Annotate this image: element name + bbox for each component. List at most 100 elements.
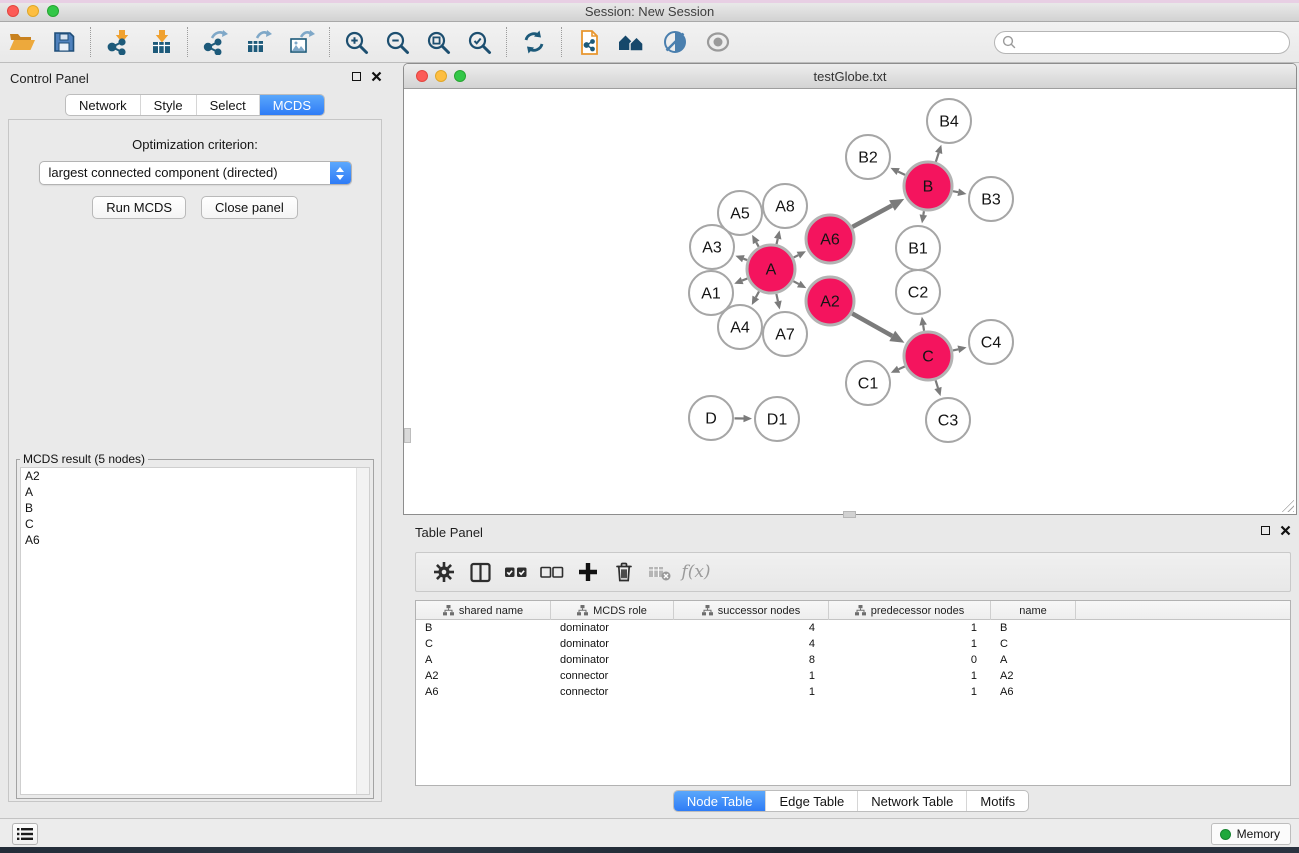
search-box[interactable] bbox=[994, 31, 1290, 54]
graph-edge-A6-B[interactable] bbox=[852, 206, 892, 227]
table-cell[interactable]: C bbox=[991, 636, 1076, 652]
table-row[interactable]: Cdominator41C bbox=[416, 636, 1290, 652]
clone-network-button[interactable] bbox=[568, 25, 610, 59]
horizontal-splitter-handle[interactable] bbox=[843, 511, 856, 518]
table-settings-button[interactable] bbox=[429, 556, 459, 588]
table-cell[interactable]: dominator bbox=[551, 652, 674, 668]
tab-network[interactable]: Network bbox=[66, 95, 140, 115]
graph-node-C1[interactable]: C1 bbox=[846, 361, 890, 405]
mcds-result-item[interactable]: C bbox=[21, 516, 369, 532]
graph-edge-A-A4[interactable] bbox=[756, 291, 759, 297]
graph-node-A3[interactable]: A3 bbox=[690, 225, 734, 269]
graph-node-A1[interactable]: A1 bbox=[689, 271, 733, 315]
column-header-name[interactable]: name bbox=[991, 601, 1076, 620]
deselect-all-button[interactable] bbox=[537, 556, 567, 588]
close-panel-button[interactable]: Close panel bbox=[201, 196, 298, 219]
delete-column-button[interactable] bbox=[609, 556, 639, 588]
mcds-result-item[interactable]: A bbox=[21, 484, 369, 500]
mcds-list-scrollbar[interactable] bbox=[356, 468, 369, 794]
table-cell[interactable]: 8 bbox=[674, 652, 829, 668]
search-input[interactable] bbox=[1017, 34, 1289, 52]
first-neighbors-button[interactable] bbox=[610, 25, 654, 59]
table-cell[interactable]: dominator bbox=[551, 636, 674, 652]
import-table-button[interactable] bbox=[139, 25, 181, 59]
hide-graphics-details-button[interactable] bbox=[654, 25, 696, 59]
mcds-result-item[interactable]: B bbox=[21, 500, 369, 516]
table-cell[interactable]: 0 bbox=[829, 652, 991, 668]
task-history-button[interactable] bbox=[12, 823, 38, 845]
graph-node-C3[interactable]: C3 bbox=[926, 398, 970, 442]
zoom-out-button[interactable] bbox=[377, 25, 418, 59]
graph-node-D1[interactable]: D1 bbox=[755, 397, 799, 441]
show-graphics-details-button[interactable] bbox=[696, 25, 740, 59]
column-header-mcds-role[interactable]: MCDS role bbox=[551, 601, 674, 620]
table-cell[interactable]: 1 bbox=[829, 668, 991, 684]
close-panel-icon[interactable] bbox=[371, 71, 382, 82]
float-table-panel-icon[interactable] bbox=[1261, 526, 1270, 535]
graph-node-B3[interactable]: B3 bbox=[969, 177, 1013, 221]
graph-node-D[interactable]: D bbox=[689, 396, 733, 440]
zoom-in-button[interactable] bbox=[336, 25, 377, 59]
export-network-button[interactable] bbox=[194, 25, 237, 59]
graph-node-C[interactable]: C bbox=[904, 332, 952, 380]
table-cell[interactable]: 4 bbox=[674, 620, 829, 636]
table-cell[interactable]: B bbox=[991, 620, 1076, 636]
table-cell[interactable]: 1 bbox=[674, 684, 829, 700]
table-cell[interactable]: A2 bbox=[416, 668, 551, 684]
table-cell[interactable]: C bbox=[416, 636, 551, 652]
mcds-result-item[interactable]: A6 bbox=[21, 532, 369, 548]
network-window-titlebar[interactable]: testGlobe.txt bbox=[404, 64, 1296, 89]
memory-button[interactable]: Memory bbox=[1211, 823, 1291, 845]
table-cell[interactable]: 1 bbox=[674, 668, 829, 684]
graph-edge-C-C3[interactable] bbox=[936, 380, 938, 388]
graph-edge-B-B4[interactable] bbox=[936, 153, 939, 162]
graph-edge-A-A6[interactable] bbox=[794, 255, 799, 257]
graph-edge-A-A3[interactable] bbox=[743, 259, 747, 260]
network-canvas[interactable]: B4B2BB3B1A5A8A6A3AA1C2A4A7A2C4CC1C3DD1 bbox=[404, 89, 1296, 514]
graph-edge-A-A2[interactable] bbox=[793, 281, 798, 284]
column-header-successor-nodes[interactable]: successor nodes bbox=[674, 601, 829, 620]
export-image-button[interactable] bbox=[280, 25, 323, 59]
graph-node-A4[interactable]: A4 bbox=[718, 305, 762, 349]
tab-mcds[interactable]: MCDS bbox=[259, 95, 324, 115]
table-row[interactable]: Bdominator41B bbox=[416, 620, 1290, 636]
import-network-button[interactable] bbox=[97, 25, 139, 59]
function-builder-button[interactable]: f(x) bbox=[681, 556, 711, 588]
graph-node-C2[interactable]: C2 bbox=[896, 270, 940, 314]
table-row[interactable]: A2connector11A2 bbox=[416, 668, 1290, 684]
table-cell[interactable]: A6 bbox=[991, 684, 1076, 700]
graph-node-B4[interactable]: B4 bbox=[927, 99, 971, 143]
refresh-button[interactable] bbox=[513, 25, 555, 59]
graph-edge-A-A5[interactable] bbox=[756, 242, 758, 246]
graph-node-B1[interactable]: B1 bbox=[896, 226, 940, 270]
tab-motifs[interactable]: Motifs bbox=[966, 791, 1028, 811]
graph-node-C4[interactable]: C4 bbox=[969, 320, 1013, 364]
save-session-button[interactable] bbox=[44, 25, 84, 59]
zoom-selected-button[interactable] bbox=[459, 25, 500, 59]
mcds-result-item[interactable]: A2 bbox=[21, 468, 369, 484]
table-cell[interactable]: 4 bbox=[674, 636, 829, 652]
table-cell[interactable]: A6 bbox=[416, 684, 551, 700]
table-cell[interactable]: 1 bbox=[829, 636, 991, 652]
table-cell[interactable]: B bbox=[416, 620, 551, 636]
canvas-left-splitter-handle[interactable] bbox=[404, 428, 411, 443]
table-row[interactable]: A6connector11A6 bbox=[416, 684, 1290, 700]
graph-node-A[interactable]: A bbox=[747, 245, 795, 293]
column-header-shared-name[interactable]: shared name bbox=[416, 601, 551, 620]
table-cell[interactable]: A2 bbox=[991, 668, 1076, 684]
graph-node-B[interactable]: B bbox=[904, 162, 952, 210]
table-cell[interactable]: A bbox=[991, 652, 1076, 668]
graph-edge-C-C1[interactable] bbox=[899, 366, 905, 369]
graph-edge-B-B1[interactable] bbox=[923, 211, 924, 215]
table-row[interactable]: Adominator80A bbox=[416, 652, 1290, 668]
table-cell[interactable]: connector bbox=[551, 684, 674, 700]
run-mcds-button[interactable]: Run MCDS bbox=[92, 196, 186, 219]
graph-edge-A-A7[interactable] bbox=[776, 294, 778, 301]
table-cell[interactable]: 1 bbox=[829, 684, 991, 700]
close-table-panel-icon[interactable] bbox=[1280, 525, 1291, 536]
column-header-predecessor-nodes[interactable]: predecessor nodes bbox=[829, 601, 991, 620]
tab-network-table[interactable]: Network Table bbox=[857, 791, 966, 811]
graph-edge-C-C2[interactable] bbox=[923, 325, 924, 331]
graph-node-A8[interactable]: A8 bbox=[763, 184, 807, 228]
column-visibility-button[interactable] bbox=[465, 556, 495, 588]
